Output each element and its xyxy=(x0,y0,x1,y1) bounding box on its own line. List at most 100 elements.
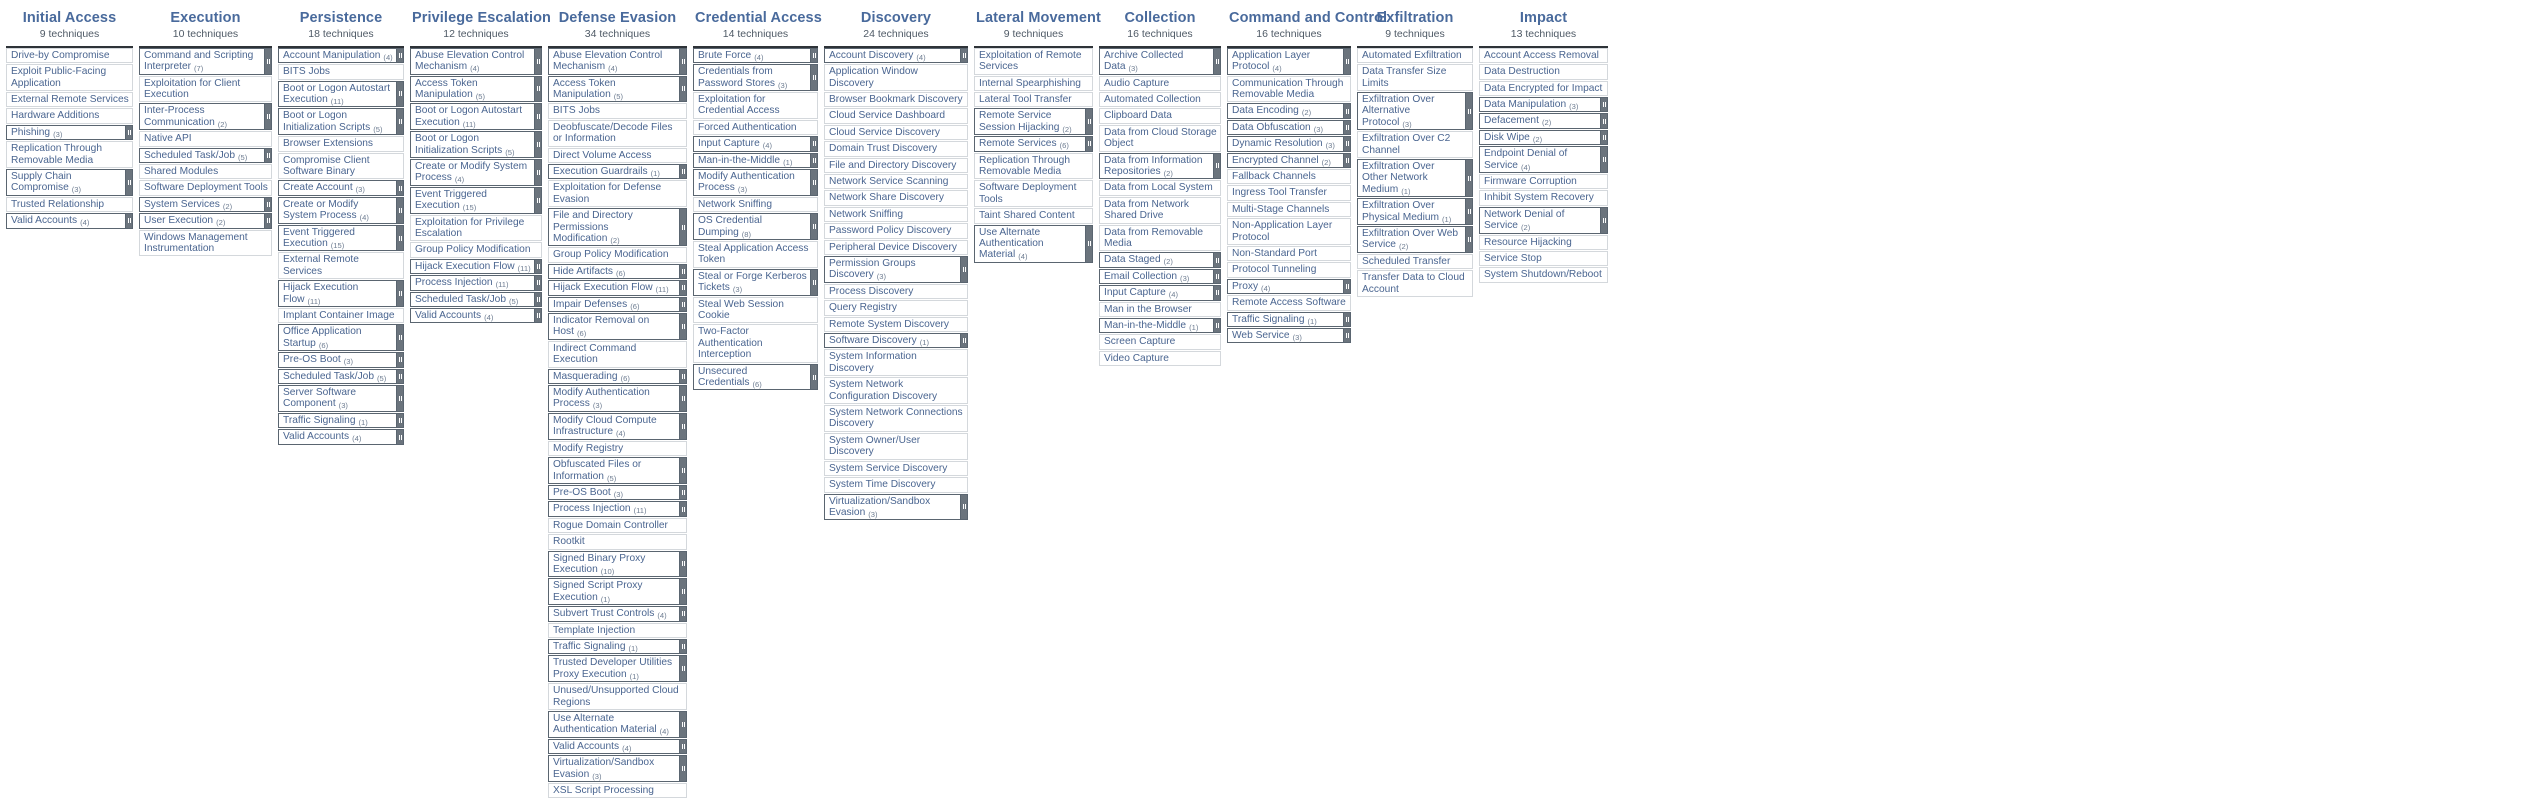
technique-cell[interactable]: Replication Through Removable Media xyxy=(6,141,133,168)
technique-cell[interactable]: Endpoint Denial of Service (4) xyxy=(1479,146,1601,173)
technique-cell[interactable]: Non-Application Layer Protocol xyxy=(1227,218,1351,246)
technique-cell[interactable]: Steal Application Access Token xyxy=(693,241,818,268)
technique-cell[interactable]: Exploitation of Remote Services xyxy=(974,47,1093,75)
technique-cell[interactable]: Network Service Scanning xyxy=(824,173,968,190)
expand-subtechniques-icon[interactable] xyxy=(1344,152,1351,168)
expand-subtechniques-icon[interactable] xyxy=(680,638,687,655)
technique-cell[interactable]: Valid Accounts (4) xyxy=(548,738,680,755)
expand-subtechniques-icon[interactable] xyxy=(265,213,272,229)
tactic-header[interactable]: Privilege Escalation 12 techniques xyxy=(410,4,551,46)
expand-subtechniques-icon[interactable] xyxy=(1344,311,1351,328)
technique-cell[interactable]: Ingress Tool Transfer xyxy=(1227,185,1351,201)
technique-cell[interactable]: Access Token Manipulation (5) xyxy=(548,75,680,103)
technique-cell[interactable]: System Network Configuration Discovery xyxy=(824,377,968,405)
technique-cell[interactable]: Modify Authentication Process (3) xyxy=(548,385,680,412)
technique-cell[interactable]: Exploitation for Credential Access xyxy=(693,91,818,119)
expand-subtechniques-icon[interactable] xyxy=(535,158,542,186)
technique-cell[interactable]: Query Registry xyxy=(824,300,968,316)
tactic-header[interactable]: Credential Access 14 techniques xyxy=(693,4,822,46)
technique-cell[interactable]: Audio Capture xyxy=(1099,75,1221,91)
expand-subtechniques-icon[interactable] xyxy=(1086,224,1093,263)
tactic-header[interactable]: Command and Control 16 techniques xyxy=(1227,4,1387,46)
technique-cell[interactable]: Drive-by Compromise xyxy=(6,47,133,64)
technique-cell[interactable]: Trusted Developer Utilities Proxy Execut… xyxy=(548,655,680,683)
technique-cell[interactable]: Taint Shared Content xyxy=(974,208,1093,224)
technique-cell[interactable]: Deobfuscate/Decode Files or Information xyxy=(548,119,687,147)
expand-subtechniques-icon[interactable] xyxy=(811,268,818,296)
technique-cell[interactable]: Exfiltration Over Alternative Protocol (3… xyxy=(1357,91,1466,131)
expand-subtechniques-icon[interactable] xyxy=(811,64,818,91)
technique-cell[interactable]: Dynamic Resolution (3) xyxy=(1227,136,1344,152)
technique-cell[interactable]: Execution Guardrails (1) xyxy=(548,163,680,180)
expand-subtechniques-icon[interactable] xyxy=(811,136,818,152)
expand-subtechniques-icon[interactable] xyxy=(1344,278,1351,295)
expand-subtechniques-icon[interactable] xyxy=(680,550,687,578)
technique-cell[interactable]: Data Transfer Size Limits xyxy=(1357,64,1473,91)
technique-cell[interactable]: Modify Registry xyxy=(548,440,687,457)
technique-cell[interactable]: Create or Modify System Process (4) xyxy=(410,158,535,186)
technique-cell[interactable]: Server Software Component (3) xyxy=(278,385,397,412)
technique-cell[interactable]: Indicator Removal on Host (6) xyxy=(548,313,680,340)
expand-subtechniques-icon[interactable] xyxy=(1344,103,1351,119)
tactic-header[interactable]: Defense Evasion 34 techniques xyxy=(548,4,687,46)
technique-cell[interactable]: Create Account (3) xyxy=(278,180,397,196)
technique-cell[interactable]: Traffic Signaling (1) xyxy=(548,638,680,655)
technique-cell[interactable]: Hijack Execution Flow (11) xyxy=(410,258,535,275)
technique-cell[interactable]: Signed Script Proxy Execution (1) xyxy=(548,578,680,606)
technique-cell[interactable]: Data Obfuscation (3) xyxy=(1227,119,1344,136)
tactic-header[interactable]: Execution 10 techniques xyxy=(139,4,272,46)
technique-cell[interactable]: Input Capture (4) xyxy=(693,136,811,152)
expand-subtechniques-icon[interactable] xyxy=(397,108,404,136)
expand-subtechniques-icon[interactable] xyxy=(397,412,404,429)
expand-subtechniques-icon[interactable] xyxy=(535,47,542,75)
technique-cell[interactable]: Use Alternate Authentication Material (4) xyxy=(548,711,680,738)
technique-cell[interactable]: Hardware Additions xyxy=(6,108,133,124)
expand-subtechniques-icon[interactable] xyxy=(1214,285,1221,301)
technique-cell[interactable]: Abuse Elevation Control Mechanism (4) xyxy=(548,47,680,75)
technique-cell[interactable]: Exploitation for Defense Evasion xyxy=(548,180,687,208)
expand-subtechniques-icon[interactable] xyxy=(680,655,687,683)
technique-cell[interactable]: Remote Service Session Hijacking (2) xyxy=(974,108,1086,136)
expand-subtechniques-icon[interactable] xyxy=(680,711,687,738)
expand-subtechniques-icon[interactable] xyxy=(1086,108,1093,136)
technique-cell[interactable]: Communication Through Removable Media xyxy=(1227,75,1351,103)
technique-cell[interactable]: BITS Jobs xyxy=(278,64,404,80)
technique-cell[interactable]: Group Policy Modification xyxy=(410,242,542,258)
technique-cell[interactable]: Hide Artifacts (6) xyxy=(548,263,680,280)
technique-cell[interactable]: Domain Trust Discovery xyxy=(824,141,968,157)
technique-cell[interactable]: Unused/Unsupported Cloud Regions xyxy=(548,683,687,711)
technique-cell[interactable]: Remote System Discovery xyxy=(824,316,968,333)
tactic-header[interactable]: Lateral Movement 9 techniques xyxy=(974,4,1101,46)
technique-cell[interactable]: BITS Jobs xyxy=(548,103,687,119)
expand-subtechniques-icon[interactable] xyxy=(680,75,687,103)
technique-cell[interactable]: Indirect Command Execution xyxy=(548,340,687,368)
technique-cell[interactable]: Obfuscated Files or Information (5) xyxy=(548,457,680,484)
technique-cell[interactable]: Traffic Signaling (1) xyxy=(1227,311,1344,328)
technique-cell[interactable]: Cloud Service Discovery xyxy=(824,124,968,141)
expand-subtechniques-icon[interactable] xyxy=(680,578,687,606)
expand-subtechniques-icon[interactable] xyxy=(680,163,687,180)
technique-cell[interactable]: Command and Scripting Interpreter (7) xyxy=(139,47,265,75)
technique-cell[interactable]: Data from Local System xyxy=(1099,180,1221,196)
technique-cell[interactable]: Internal Spearphishing xyxy=(974,75,1093,91)
technique-cell[interactable]: Clipboard Data xyxy=(1099,108,1221,124)
technique-cell[interactable]: Proxy (4) xyxy=(1227,278,1344,295)
expand-subtechniques-icon[interactable] xyxy=(1344,47,1351,75)
expand-subtechniques-icon[interactable] xyxy=(680,368,687,385)
technique-cell[interactable]: Network Sniffing xyxy=(693,196,818,213)
expand-subtechniques-icon[interactable] xyxy=(811,152,818,168)
technique-cell[interactable]: Steal or Forge Kerberos Tickets (3) xyxy=(693,268,811,296)
technique-cell[interactable]: Software Discovery (1) xyxy=(824,333,961,349)
technique-cell[interactable]: Remote Access Software xyxy=(1227,295,1351,311)
technique-cell[interactable]: Network Denial of Service (2) xyxy=(1479,206,1601,234)
technique-cell[interactable]: Inhibit System Recovery xyxy=(1479,190,1608,206)
technique-cell[interactable]: Template Injection xyxy=(548,622,687,638)
expand-subtechniques-icon[interactable] xyxy=(535,103,542,131)
expand-subtechniques-icon[interactable] xyxy=(680,501,687,517)
technique-cell[interactable]: Data Destruction xyxy=(1479,64,1608,80)
expand-subtechniques-icon[interactable] xyxy=(811,47,818,64)
expand-subtechniques-icon[interactable] xyxy=(535,258,542,275)
technique-cell[interactable]: Trusted Relationship xyxy=(6,196,133,213)
technique-cell[interactable]: Traffic Signaling (1) xyxy=(278,412,397,429)
expand-subtechniques-icon[interactable] xyxy=(126,168,133,196)
